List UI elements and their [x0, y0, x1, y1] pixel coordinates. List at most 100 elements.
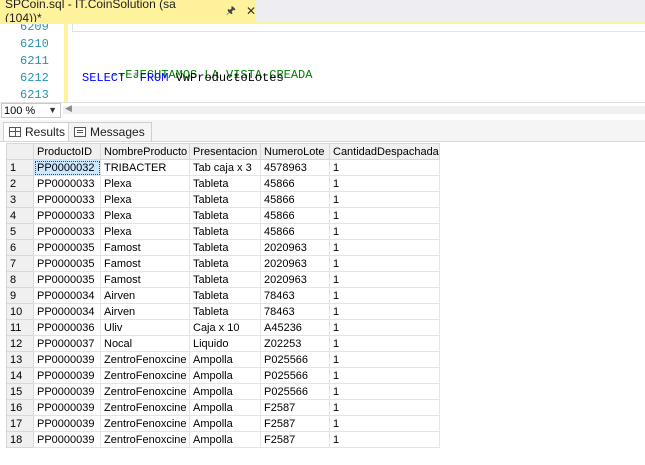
- table-cell[interactable]: PP0000039: [33, 431, 101, 448]
- table-cell[interactable]: A45236: [260, 319, 330, 336]
- table-cell[interactable]: 1: [329, 287, 440, 304]
- table-cell[interactable]: 1: [329, 239, 440, 256]
- row-number[interactable]: 16: [6, 399, 34, 416]
- table-cell[interactable]: 1: [329, 383, 440, 400]
- table-cell[interactable]: 1: [329, 191, 440, 208]
- table-cell[interactable]: 1: [329, 207, 440, 224]
- table-row[interactable]: 18 PP0000039 ZentroFenoxcine Ampolla F2587 1: [6, 431, 440, 448]
- table-cell[interactable]: 45866: [260, 223, 330, 240]
- table-row[interactable]: 3 PP0000033 Plexa Tableta 45866 1: [6, 191, 440, 208]
- table-cell[interactable]: PP0000033: [33, 175, 101, 192]
- table-cell[interactable]: Ampolla: [189, 399, 261, 416]
- table-row[interactable]: 16 PP0000039 ZentroFenoxcine Ampolla F2587 1: [6, 399, 440, 416]
- table-cell[interactable]: PP0000033: [33, 223, 101, 240]
- row-number[interactable]: 11: [6, 319, 34, 336]
- row-number[interactable]: 14: [6, 367, 34, 384]
- table-cell[interactable]: ZentroFenoxcine: [100, 399, 190, 416]
- table-cell[interactable]: P025566: [260, 383, 330, 400]
- tab-messages[interactable]: Messages: [68, 122, 152, 141]
- column-header[interactable]: Presentacion: [189, 143, 261, 160]
- table-cell[interactable]: 4578963: [260, 159, 330, 176]
- table-cell[interactable]: Tableta: [189, 191, 261, 208]
- table-cell[interactable]: Tableta: [189, 287, 261, 304]
- column-header[interactable]: NombreProducto: [100, 143, 190, 160]
- table-cell[interactable]: F2587: [260, 399, 330, 416]
- table-cell[interactable]: Famost: [100, 239, 190, 256]
- row-number[interactable]: 7: [6, 255, 34, 272]
- table-cell[interactable]: PP0000035: [33, 271, 101, 288]
- table-cell[interactable]: PP0000032: [33, 159, 101, 176]
- table-cell[interactable]: 1: [329, 303, 440, 320]
- table-cell[interactable]: Tableta: [189, 207, 261, 224]
- table-row[interactable]: 15 PP0000039 ZentroFenoxcine Ampolla P025566…: [6, 383, 440, 400]
- table-cell[interactable]: 1: [329, 319, 440, 336]
- table-cell[interactable]: PP0000039: [33, 367, 101, 384]
- table-cell[interactable]: Airven: [100, 303, 190, 320]
- table-cell[interactable]: Plexa: [100, 207, 190, 224]
- row-number[interactable]: 3: [6, 191, 34, 208]
- table-row[interactable]: 13 PP0000039 ZentroFenoxcine Ampolla P025566…: [6, 351, 440, 368]
- row-number[interactable]: 12: [6, 335, 34, 352]
- document-tab[interactable]: SPCoin.sql - IT.CoinSolution (sa (104))*…: [0, 0, 256, 25]
- table-cell[interactable]: Ampolla: [189, 351, 261, 368]
- table-cell[interactable]: 45866: [260, 207, 330, 224]
- table-cell[interactable]: P025566: [260, 367, 330, 384]
- table-cell[interactable]: 78463: [260, 303, 330, 320]
- table-row[interactable]: 14 PP0000039 ZentroFenoxcine Ampolla P025566…: [6, 367, 440, 384]
- table-row[interactable]: 5 PP0000033 Plexa Tableta 45866 1: [6, 223, 440, 240]
- table-cell[interactable]: ZentroFenoxcine: [100, 431, 190, 448]
- table-cell[interactable]: PP0000034: [33, 303, 101, 320]
- table-cell[interactable]: 1: [329, 255, 440, 272]
- table-cell[interactable]: PP0000039: [33, 351, 101, 368]
- table-cell[interactable]: Nocal: [100, 335, 190, 352]
- table-cell[interactable]: Uliv: [100, 319, 190, 336]
- table-cell[interactable]: PP0000035: [33, 255, 101, 272]
- close-icon[interactable]: ✕: [246, 4, 256, 18]
- table-cell[interactable]: PP0000036: [33, 319, 101, 336]
- table-cell[interactable]: 2020963: [260, 239, 330, 256]
- table-cell[interactable]: PP0000039: [33, 399, 101, 416]
- table-cell[interactable]: Tableta: [189, 239, 261, 256]
- table-cell[interactable]: Plexa: [100, 175, 190, 192]
- table-cell[interactable]: ZentroFenoxcine: [100, 383, 190, 400]
- row-number[interactable]: 15: [6, 383, 34, 400]
- pin-icon[interactable]: 🖈: [226, 2, 236, 21]
- table-cell[interactable]: TRIBACTER: [100, 159, 190, 176]
- table-row[interactable]: 11 PP0000036 Uliv Caja x 10 A45236 1: [6, 319, 440, 336]
- table-cell[interactable]: PP0000039: [33, 383, 101, 400]
- table-cell[interactable]: F2587: [260, 415, 330, 432]
- row-number-header[interactable]: [6, 143, 34, 160]
- table-cell[interactable]: ZentroFenoxcine: [100, 367, 190, 384]
- table-cell[interactable]: 1: [329, 431, 440, 448]
- table-cell[interactable]: PP0000039: [33, 415, 101, 432]
- table-cell[interactable]: Famost: [100, 255, 190, 272]
- table-cell[interactable]: Ampolla: [189, 415, 261, 432]
- table-cell[interactable]: Famost: [100, 271, 190, 288]
- horizontal-scrollbar[interactable]: ◀: [63, 103, 645, 114]
- results-grid[interactable]: ProductoID NombreProducto Presentacion Nume…: [6, 143, 440, 448]
- row-number[interactable]: 6: [6, 239, 34, 256]
- table-row[interactable]: 12 PP0000037 Nocal Liquido Z02253 1: [6, 335, 440, 352]
- table-cell[interactable]: 1: [329, 175, 440, 192]
- table-cell[interactable]: PP0000033: [33, 191, 101, 208]
- row-number[interactable]: 4: [6, 207, 34, 224]
- table-cell[interactable]: PP0000037: [33, 335, 101, 352]
- row-number[interactable]: 17: [6, 415, 34, 432]
- row-number[interactable]: 9: [6, 287, 34, 304]
- column-header[interactable]: CantidadDespachada: [329, 143, 440, 160]
- table-cell[interactable]: 78463: [260, 287, 330, 304]
- table-cell[interactable]: 2020963: [260, 271, 330, 288]
- table-cell[interactable]: PP0000034: [33, 287, 101, 304]
- table-cell[interactable]: Tableta: [189, 255, 261, 272]
- table-cell[interactable]: Airven: [100, 287, 190, 304]
- table-row[interactable]: 10 PP0000034 Airven Tableta 78463 1: [6, 303, 440, 320]
- row-number[interactable]: 18: [6, 431, 34, 448]
- table-cell[interactable]: PP0000033: [33, 207, 101, 224]
- column-header[interactable]: ProductoID: [33, 143, 101, 160]
- table-cell[interactable]: 1: [329, 367, 440, 384]
- table-row[interactable]: 4 PP0000033 Plexa Tableta 45866 1: [6, 207, 440, 224]
- table-cell[interactable]: ZentroFenoxcine: [100, 351, 190, 368]
- table-row[interactable]: 9 PP0000034 Airven Tableta 78463 1: [6, 287, 440, 304]
- table-cell[interactable]: Ampolla: [189, 367, 261, 384]
- table-cell[interactable]: Liquido: [189, 335, 261, 352]
